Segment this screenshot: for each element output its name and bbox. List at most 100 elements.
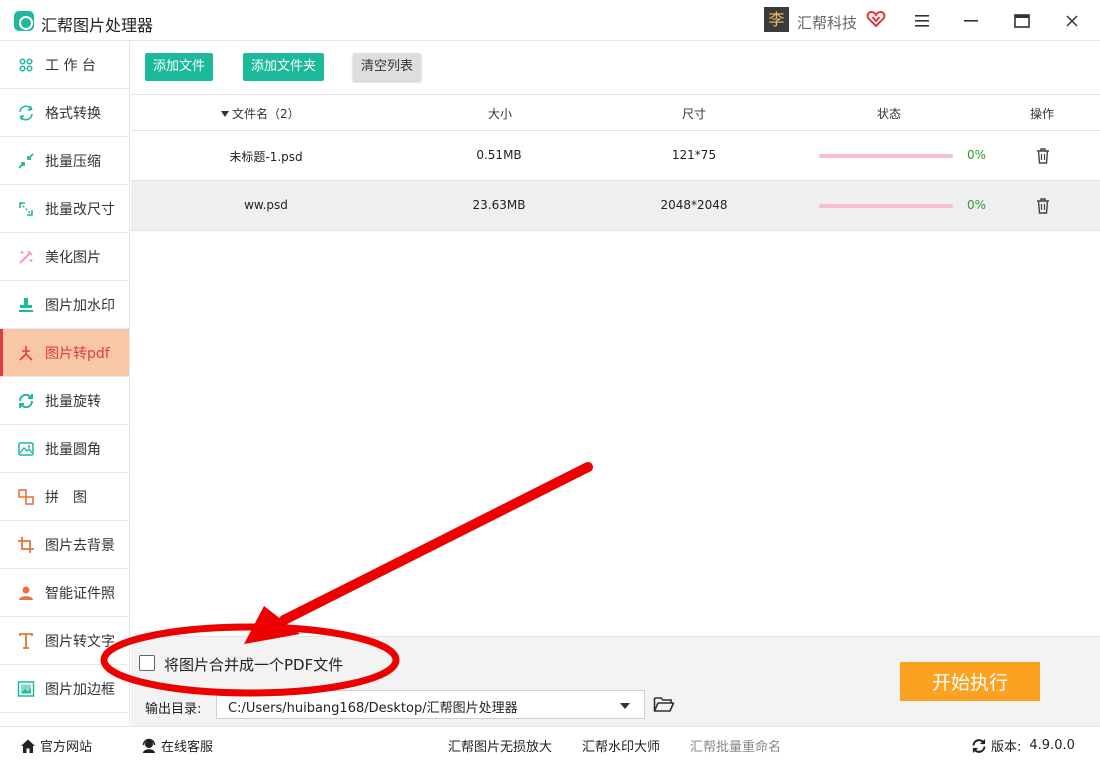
table-header: 文件名（2） 大小 尺寸 状态 操作 (131, 94, 1100, 131)
chevron-down-icon (620, 703, 630, 709)
official-site-label: 官方网站 (40, 740, 93, 755)
official-site-link[interactable]: 官方网站 (20, 736, 92, 755)
collage-icon (17, 488, 35, 506)
status-bar: 官方网站 在线客服 汇帮图片无损放大 汇帮水印大师 汇帮批量重命名 版本: 4.… (0, 726, 1100, 760)
sidebar-item-batch-resize[interactable]: 批量改尺寸 (0, 185, 129, 233)
file-table: 文件名（2） 大小 尺寸 状态 操作 未标题-1.psd 0.51MB 121*… (131, 94, 1100, 231)
file-size: 23.63MB (472, 198, 526, 212)
annotation-arrow-shaft (279, 462, 593, 625)
hamburger-icon (915, 15, 929, 27)
sidebar-item-id-photo[interactable]: 智能证件照 (0, 569, 129, 617)
rounded-corner-icon (17, 440, 35, 458)
lossless-enlarge-link[interactable]: 汇帮图片无损放大 (448, 736, 552, 755)
sidebar-item-label: 批量圆角 (45, 441, 101, 458)
sidebar-item-beautify[interactable]: 美化图片 (0, 233, 129, 281)
toolbar: 添加文件 添加文件夹 清空列表 (131, 41, 1100, 94)
refresh-icon (972, 738, 986, 753)
progress-bar (819, 154, 953, 158)
sidebar-item-label: 格式转换 (45, 105, 101, 122)
user-name[interactable]: 汇帮科技 (797, 12, 857, 33)
person-icon (17, 584, 35, 602)
version-number: 4.9.0.0 (1029, 738, 1075, 753)
version-label: 版本: (991, 740, 1022, 755)
watermark-master-link[interactable]: 汇帮水印大师 (582, 736, 660, 755)
add-folder-button[interactable]: 添加文件夹 (243, 53, 325, 81)
sidebar-item-label: 批量旋转 (45, 393, 101, 410)
sidebar-item-label: 工 作 台 (45, 57, 96, 74)
minimize-icon (964, 20, 978, 22)
trash-icon[interactable] (1035, 147, 1051, 165)
column-header-status: 状态 (877, 107, 902, 121)
sidebar-item-workbench[interactable]: 工 作 台 (0, 41, 129, 89)
watermark-icon (17, 296, 35, 314)
sidebar-item-label: 图片去背景 (45, 537, 115, 554)
file-size: 0.51MB (476, 148, 522, 162)
sidebar-item-format-convert[interactable]: 格式转换 (0, 89, 129, 137)
column-header-dimensions: 尺寸 (682, 107, 707, 121)
sidebar-item-image-to-text[interactable]: 图片转文字 (0, 617, 129, 665)
sidebar-item-label: 批量改尺寸 (45, 201, 115, 218)
text-icon (17, 632, 35, 650)
sidebar-item-remove-background[interactable]: 图片去背景 (0, 521, 129, 569)
sidebar-item-label: 图片转pdf (45, 345, 110, 362)
progress-bar (819, 204, 953, 208)
sidebar-item-label: 图片加水印 (45, 297, 115, 314)
version-info: 版本: 4.9.0.0 (971, 736, 1075, 755)
sidebar-item-collage[interactable]: 拼 图 (0, 473, 129, 521)
column-header-operation: 操作 (1030, 107, 1055, 121)
beautify-icon (17, 248, 35, 266)
pdf-icon (17, 344, 35, 362)
folder-open-icon[interactable] (653, 695, 675, 713)
merge-pdf-checkbox[interactable] (139, 655, 155, 671)
minimize-button[interactable] (959, 9, 983, 33)
user-avatar[interactable]: 李 (764, 7, 789, 32)
vip-heart-icon[interactable] (866, 9, 886, 29)
column-header-name-label: 文件名（2） (232, 107, 300, 121)
maximize-icon (1014, 14, 1030, 28)
options-panel: 将图片合并成一个PDF文件 输出目录: C:/Users/huibang168/… (131, 636, 1100, 726)
file-dimensions: 2048*2048 (660, 198, 728, 212)
close-button[interactable] (1060, 9, 1084, 33)
resize-icon (17, 200, 35, 218)
table-row[interactable]: 未标题-1.psd 0.51MB 121*75 0% (131, 131, 1100, 181)
app-logo-icon (14, 11, 34, 31)
sidebar-item-label: 图片加边框 (45, 681, 115, 698)
sidebar-item-add-frame[interactable]: 图片加边框 (0, 665, 129, 713)
app-title: 汇帮图片处理器 (41, 16, 154, 35)
title-bar: 汇帮图片处理器 李 汇帮科技 (0, 0, 1100, 41)
clear-list-button[interactable]: 清空列表 (353, 53, 422, 81)
file-name: 未标题-1.psd (229, 150, 303, 164)
maximize-button[interactable] (1010, 9, 1034, 33)
sidebar-item-batch-compress[interactable]: 批量压缩 (0, 137, 129, 185)
frame-icon (17, 680, 35, 698)
merge-pdf-label[interactable]: 将图片合并成一个PDF文件 (164, 654, 343, 675)
headset-icon (142, 738, 156, 753)
add-file-button[interactable]: 添加文件 (145, 53, 214, 81)
sidebar-item-label: 批量压缩 (45, 153, 101, 170)
file-name: ww.psd (244, 198, 288, 212)
output-dir-path: C:/Users/huibang168/Desktop/汇帮图片处理器 (228, 701, 518, 716)
sidebar-item-label: 拼 图 (45, 489, 87, 506)
convert-icon (17, 104, 35, 122)
sidebar-item-batch-rotate[interactable]: 批量旋转 (0, 377, 129, 425)
sidebar: 工 作 台 格式转换 批量压缩 批量改尺寸 美化图片 图片加水印 图片转pdf … (0, 41, 130, 726)
online-service-label: 在线客服 (161, 740, 214, 755)
start-button[interactable]: 开始执行 (900, 662, 1040, 701)
column-header-size: 大小 (488, 107, 513, 121)
table-row[interactable]: ww.psd 23.63MB 2048*2048 0% (131, 181, 1100, 231)
rotate-icon (17, 392, 35, 410)
sidebar-item-watermark[interactable]: 图片加水印 (0, 281, 129, 329)
online-service-link[interactable]: 在线客服 (141, 736, 213, 755)
compress-icon (17, 152, 35, 170)
sidebar-item-label: 美化图片 (45, 249, 101, 266)
batch-rename-link[interactable]: 汇帮批量重命名 (690, 736, 781, 755)
column-header-name[interactable]: 文件名（2） (221, 105, 300, 122)
sidebar-item-rounded-corner[interactable]: 批量圆角 (0, 425, 129, 473)
close-icon (1066, 15, 1078, 27)
output-dir-select[interactable]: C:/Users/huibang168/Desktop/汇帮图片处理器 (216, 690, 645, 719)
trash-icon[interactable] (1035, 197, 1051, 215)
sidebar-item-image-to-pdf[interactable]: 图片转pdf (0, 329, 129, 377)
menu-button[interactable] (910, 9, 934, 33)
progress-percent: 0% (967, 198, 987, 212)
file-dimensions: 121*75 (671, 148, 717, 162)
